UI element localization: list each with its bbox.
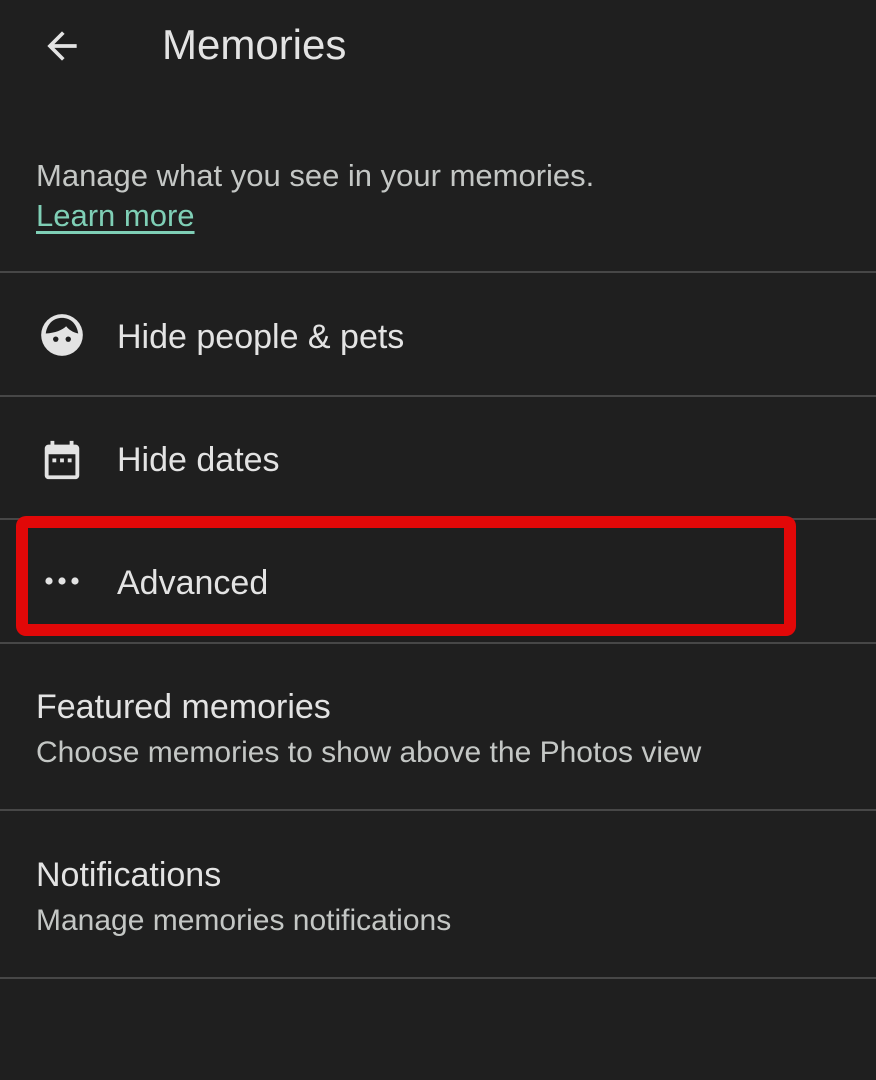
divider: [0, 395, 876, 397]
featured-memories-item[interactable]: Featured memories Choose memories to sho…: [0, 645, 876, 809]
page-title: Memories: [162, 21, 347, 68]
hide-dates-label: Hide dates: [117, 441, 280, 479]
back-button[interactable]: [36, 20, 88, 72]
notifications-subtitle: Manage memories notifications: [36, 904, 452, 937]
advanced-item[interactable]: Advanced: [0, 521, 876, 642]
calendar-icon: [36, 434, 88, 486]
advanced-label: Advanced: [117, 564, 269, 602]
divider: [0, 518, 876, 520]
featured-memories-subtitle: Choose memories to show above the Photos…: [36, 736, 702, 769]
divider: [0, 809, 876, 811]
face-icon: [36, 309, 88, 361]
more-horiz-icon: [36, 555, 88, 607]
learn-more-link[interactable]: Learn more: [36, 198, 195, 233]
notifications-item[interactable]: Notifications Manage memories notificati…: [0, 812, 876, 976]
intro-section: Manage what you see in your memories. Le…: [36, 156, 594, 236]
hide-dates-item[interactable]: Hide dates: [0, 398, 876, 519]
notifications-title: Notifications: [36, 856, 222, 894]
featured-memories-title: Featured memories: [36, 688, 331, 726]
intro-text: Manage what you see in your memories.: [36, 158, 595, 193]
top-app-bar: Memories: [0, 0, 876, 92]
hide-people-pets-label: Hide people & pets: [117, 318, 405, 356]
divider: [0, 642, 876, 644]
hide-people-pets-item[interactable]: Hide people & pets: [0, 275, 876, 396]
divider: [0, 977, 876, 979]
divider: [0, 271, 876, 273]
arrow-back-icon: [47, 31, 77, 61]
